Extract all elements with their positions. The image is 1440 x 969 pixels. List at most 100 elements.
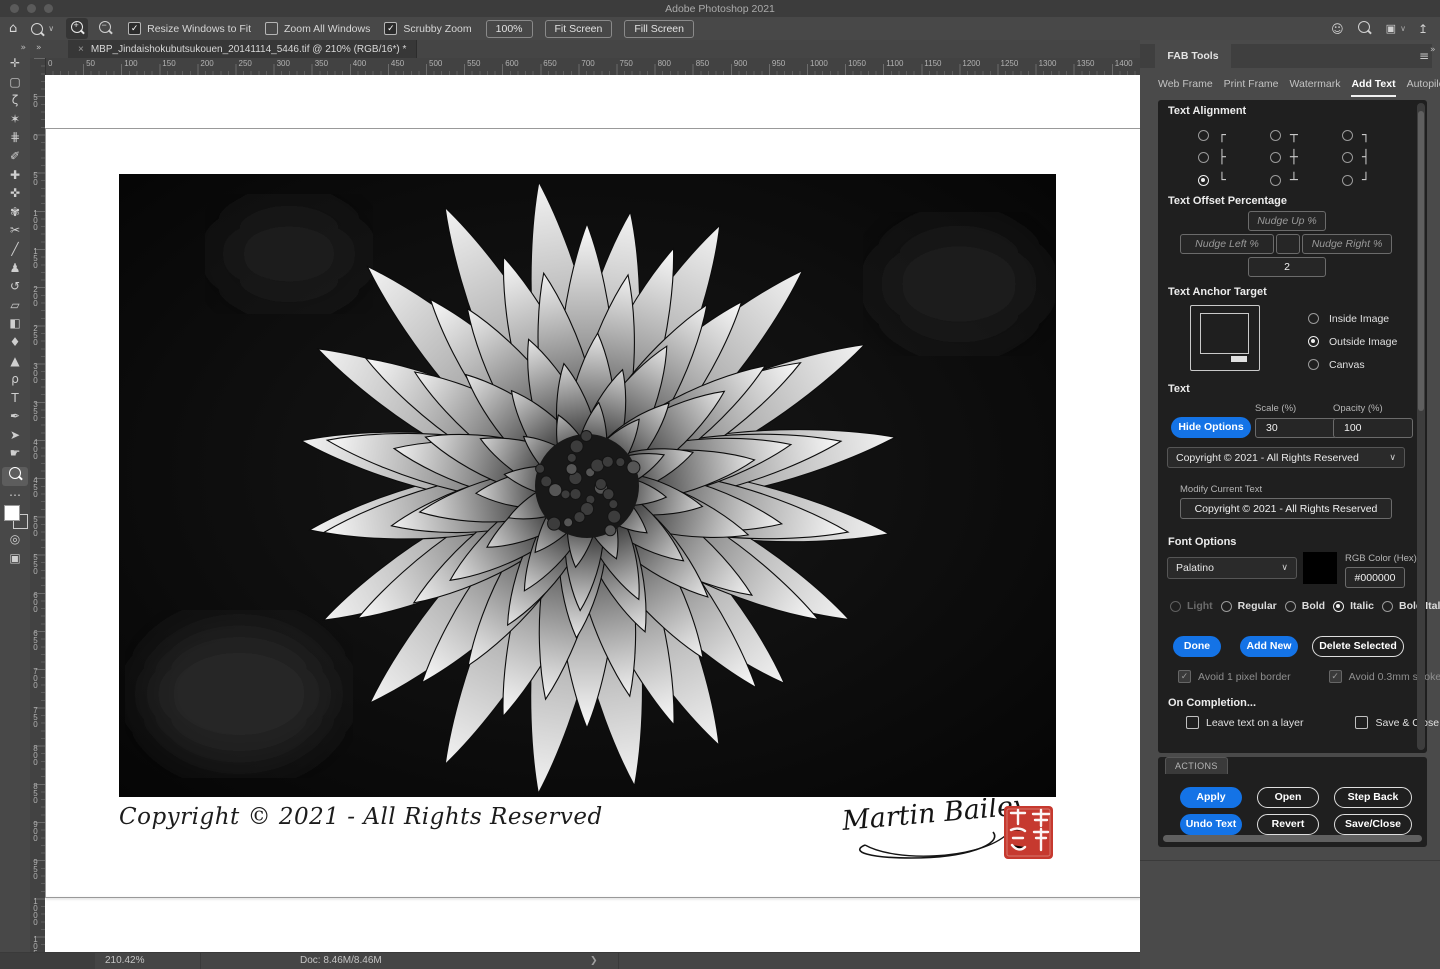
save-close-button[interactable]: Save/Close <box>1334 814 1412 835</box>
clone-stamp-tool[interactable]: ♟ <box>2 259 28 278</box>
font-weight-italic[interactable]: Italic <box>1333 600 1374 612</box>
font-weight-bold-italic[interactable]: Bold Italic <box>1382 600 1440 612</box>
more-tools[interactable]: ⋯ <box>2 486 28 505</box>
frame-tool[interactable]: ✾ <box>2 203 28 222</box>
avoid-checkbox-0[interactable]: ✓Avoid 1 pixel border <box>1178 670 1291 683</box>
foreground-background-swatches[interactable] <box>3 504 29 530</box>
fab-tab-web-frame[interactable]: Web Frame <box>1158 78 1213 97</box>
undo-text-button[interactable]: Undo Text <box>1180 814 1242 835</box>
align-bottom-left[interactable]: └ <box>1198 173 1270 188</box>
fit-screen-button[interactable]: Fit Screen <box>545 20 613 38</box>
align-bottom-right[interactable]: ┘ <box>1342 173 1408 188</box>
fab-tab-watermark[interactable]: Watermark <box>1290 78 1341 97</box>
vertical-ruler[interactable] <box>30 58 46 952</box>
screen-mode-toggle[interactable]: ▣ <box>2 549 28 568</box>
panel-scrollbar-track[interactable] <box>1417 103 1425 750</box>
search-icon[interactable] <box>1358 21 1370 36</box>
dodge-tool[interactable]: ρ <box>2 370 28 389</box>
magic-wand-tool[interactable]: ✶ <box>2 110 28 129</box>
completion-checkbox-1[interactable]: Save & Close <box>1355 716 1439 729</box>
text-preset-dropdown[interactable]: Copyright © 2021 - All Rights Reserved ∨ <box>1167 447 1405 468</box>
sharpen-tool[interactable]: ▲ <box>2 352 28 371</box>
nudge-down-input[interactable] <box>1248 257 1326 277</box>
status-chevron-icon[interactable]: ❯ <box>590 953 598 969</box>
zoom-in-button[interactable]: + <box>66 18 88 39</box>
actions-hscrollbar-thumb[interactable] <box>1163 835 1422 842</box>
history-brush-tool[interactable]: ↺ <box>2 277 28 296</box>
done-button[interactable]: Done <box>1173 636 1221 657</box>
fab-tab-autopilot[interactable]: Autopilot <box>1407 78 1440 97</box>
blur-tool[interactable]: ♦ <box>2 333 28 352</box>
step-back-button[interactable]: Step Back <box>1334 787 1412 808</box>
scissors-tool[interactable]: ✂ <box>2 221 28 240</box>
font-family-dropdown[interactable]: Palatino ∨ <box>1167 557 1297 579</box>
status-zoom-percent[interactable]: 210.42% <box>105 953 144 969</box>
delete-selected-button[interactable]: Delete Selected <box>1312 636 1404 657</box>
option-checkbox-1[interactable]: Zoom All Windows <box>265 22 370 35</box>
align-center[interactable]: ┼ <box>1270 150 1342 165</box>
panel-scrollbar-thumb[interactable] <box>1418 111 1424 411</box>
align-top-right[interactable]: ┐ <box>1342 128 1408 143</box>
home-icon[interactable]: ⌂ <box>9 21 17 36</box>
pen-tool[interactable]: ✒ <box>2 407 28 426</box>
hand-tool[interactable]: ☛ <box>2 444 28 463</box>
font-weight-bold[interactable]: Bold <box>1285 600 1325 612</box>
nudge-left-input[interactable] <box>1180 234 1274 254</box>
option-checkbox-2[interactable]: ✓Scrubby Zoom <box>384 22 471 35</box>
hex-color-input[interactable] <box>1345 567 1405 588</box>
eraser-tool[interactable]: ▱ <box>2 296 28 315</box>
crop-tool[interactable]: ⋕ <box>2 128 28 147</box>
align-bottom-center[interactable]: ┴ <box>1270 173 1342 188</box>
modify-current-text-input[interactable] <box>1180 498 1392 519</box>
document-tab[interactable]: × MBP_Jindaishokubutsukouen_20141114_544… <box>68 40 417 58</box>
tabbar-collapse-icon[interactable]: » <box>36 43 42 53</box>
zoom-tool[interactable] <box>2 467 28 486</box>
healing-brush-tool[interactable]: ✜ <box>2 184 28 203</box>
fill-screen-button[interactable]: Fill Screen <box>624 20 694 38</box>
fab-tab-add-text[interactable]: Add Text <box>1351 78 1395 97</box>
fab-tab-print-frame[interactable]: Print Frame <box>1224 78 1279 97</box>
align-top-center[interactable]: ┬ <box>1270 128 1342 143</box>
font-weight-regular[interactable]: Regular <box>1221 600 1277 612</box>
align-middle-left[interactable]: ├ <box>1198 150 1270 165</box>
nudge-center-field[interactable] <box>1276 234 1300 254</box>
completion-checkbox-0[interactable]: Leave text on a layer <box>1186 716 1303 729</box>
align-top-left[interactable]: ┌ <box>1198 128 1270 143</box>
zoom-percent-field[interactable]: 100% <box>486 20 533 38</box>
gradient-tool[interactable]: ◧ <box>2 314 28 333</box>
toolbar-collapse-icon[interactable]: » <box>0 40 30 54</box>
apply-button[interactable]: Apply <box>1180 787 1242 808</box>
panel-collapse-icon[interactable]: » <box>1430 45 1436 55</box>
fab-tools-panel-tab[interactable]: FAB Tools <box>1155 44 1231 68</box>
share-icon[interactable]: ↥ <box>1418 22 1428 36</box>
account-icon[interactable]: ☺ <box>1331 22 1344 36</box>
nudge-up-input[interactable] <box>1248 211 1326 231</box>
panel-menu-icon[interactable]: ≡ <box>1419 49 1429 63</box>
path-select-tool[interactable]: ➤ <box>2 426 28 445</box>
hide-options-button[interactable]: Hide Options <box>1171 417 1251 438</box>
nudge-right-input[interactable] <box>1302 234 1392 254</box>
marquee-tool[interactable]: ▢ <box>2 73 28 92</box>
zoom-tool-icon[interactable]: ∨ <box>31 23 54 35</box>
revert-button[interactable]: Revert <box>1257 814 1319 835</box>
anchor-option-inside-image[interactable]: Inside Image <box>1308 307 1397 330</box>
align-middle-right[interactable]: ┤ <box>1342 150 1408 165</box>
option-checkbox-0[interactable]: ✓Resize Windows to Fit <box>128 22 251 35</box>
move-tool[interactable]: ✛ <box>2 54 28 73</box>
font-color-swatch[interactable] <box>1303 552 1337 584</box>
open-button[interactable]: Open <box>1257 787 1319 808</box>
lasso-tool[interactable]: ζ <box>2 91 28 110</box>
spot-healing-brush-tool[interactable]: ✚ <box>2 166 28 185</box>
zoom-out-button[interactable]: − <box>94 18 116 39</box>
anchor-option-canvas[interactable]: Canvas <box>1308 353 1397 376</box>
add-new-button[interactable]: Add New <box>1240 636 1298 657</box>
scale-input[interactable] <box>1255 418 1337 438</box>
opacity-input[interactable] <box>1333 418 1413 438</box>
quick-mask-toggle[interactable]: ◎ <box>2 530 28 549</box>
document-canvas[interactable]: Copyright © 2021 - All Rights Reserved M… <box>45 75 1140 952</box>
brush-tool[interactable]: ╱ <box>2 240 28 259</box>
workspace-icon[interactable]: ▣ <box>1386 22 1396 35</box>
foreground-color-swatch[interactable] <box>4 505 20 521</box>
type-tool[interactable]: T <box>2 389 28 408</box>
eyedropper-tool[interactable]: ✐ <box>2 147 28 166</box>
